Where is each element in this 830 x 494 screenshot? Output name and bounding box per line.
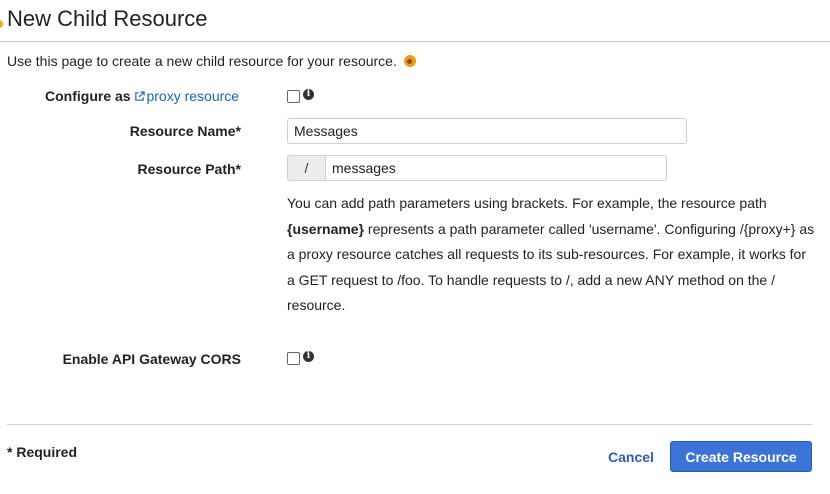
intro-text: Use this page to create a new child reso… <box>7 53 416 69</box>
cancel-button[interactable]: Cancel <box>608 449 654 465</box>
page-title: New Child Resource <box>7 6 208 31</box>
proxy-resource-link[interactable]: proxy resource <box>134 88 239 104</box>
footer-divider <box>7 424 812 425</box>
resource-path-input[interactable]: messages <box>325 155 667 181</box>
help-text-part1: You can add path parameters using bracke… <box>287 195 767 211</box>
required-note: * Required <box>7 444 78 460</box>
path-help-text: You can add path parameters using bracke… <box>287 191 817 319</box>
resource-name-label: Resource Name* <box>129 123 241 139</box>
resource-path-prefix: / <box>287 155 325 181</box>
proxy-resource-checkbox[interactable] <box>287 90 300 103</box>
proxy-resource-link-text: proxy resource <box>146 88 240 104</box>
cors-label: Enable API Gateway CORS <box>62 351 241 367</box>
hint-icon[interactable] <box>403 55 416 67</box>
help-text-example-param: {username} <box>287 220 365 237</box>
cors-info-icon[interactable]: i <box>303 351 314 362</box>
cors-checkbox[interactable] <box>287 352 300 365</box>
proxy-info-icon[interactable]: i <box>303 89 314 100</box>
resource-name-input[interactable]: Messages <box>287 118 687 144</box>
proxy-resource-label: Configure as proxy resource <box>45 88 239 104</box>
help-text-part2: represents a path parameter called 'user… <box>287 220 815 314</box>
external-link-icon <box>135 91 146 101</box>
proxy-label-prefix: Configure as <box>45 88 131 104</box>
header-divider <box>0 41 830 42</box>
resource-path-label: Resource Path* <box>137 161 241 177</box>
title-marker-dot <box>0 20 3 28</box>
intro-text-label: Use this page to create a new child reso… <box>7 53 397 69</box>
create-resource-button[interactable]: Create Resource <box>670 441 812 472</box>
